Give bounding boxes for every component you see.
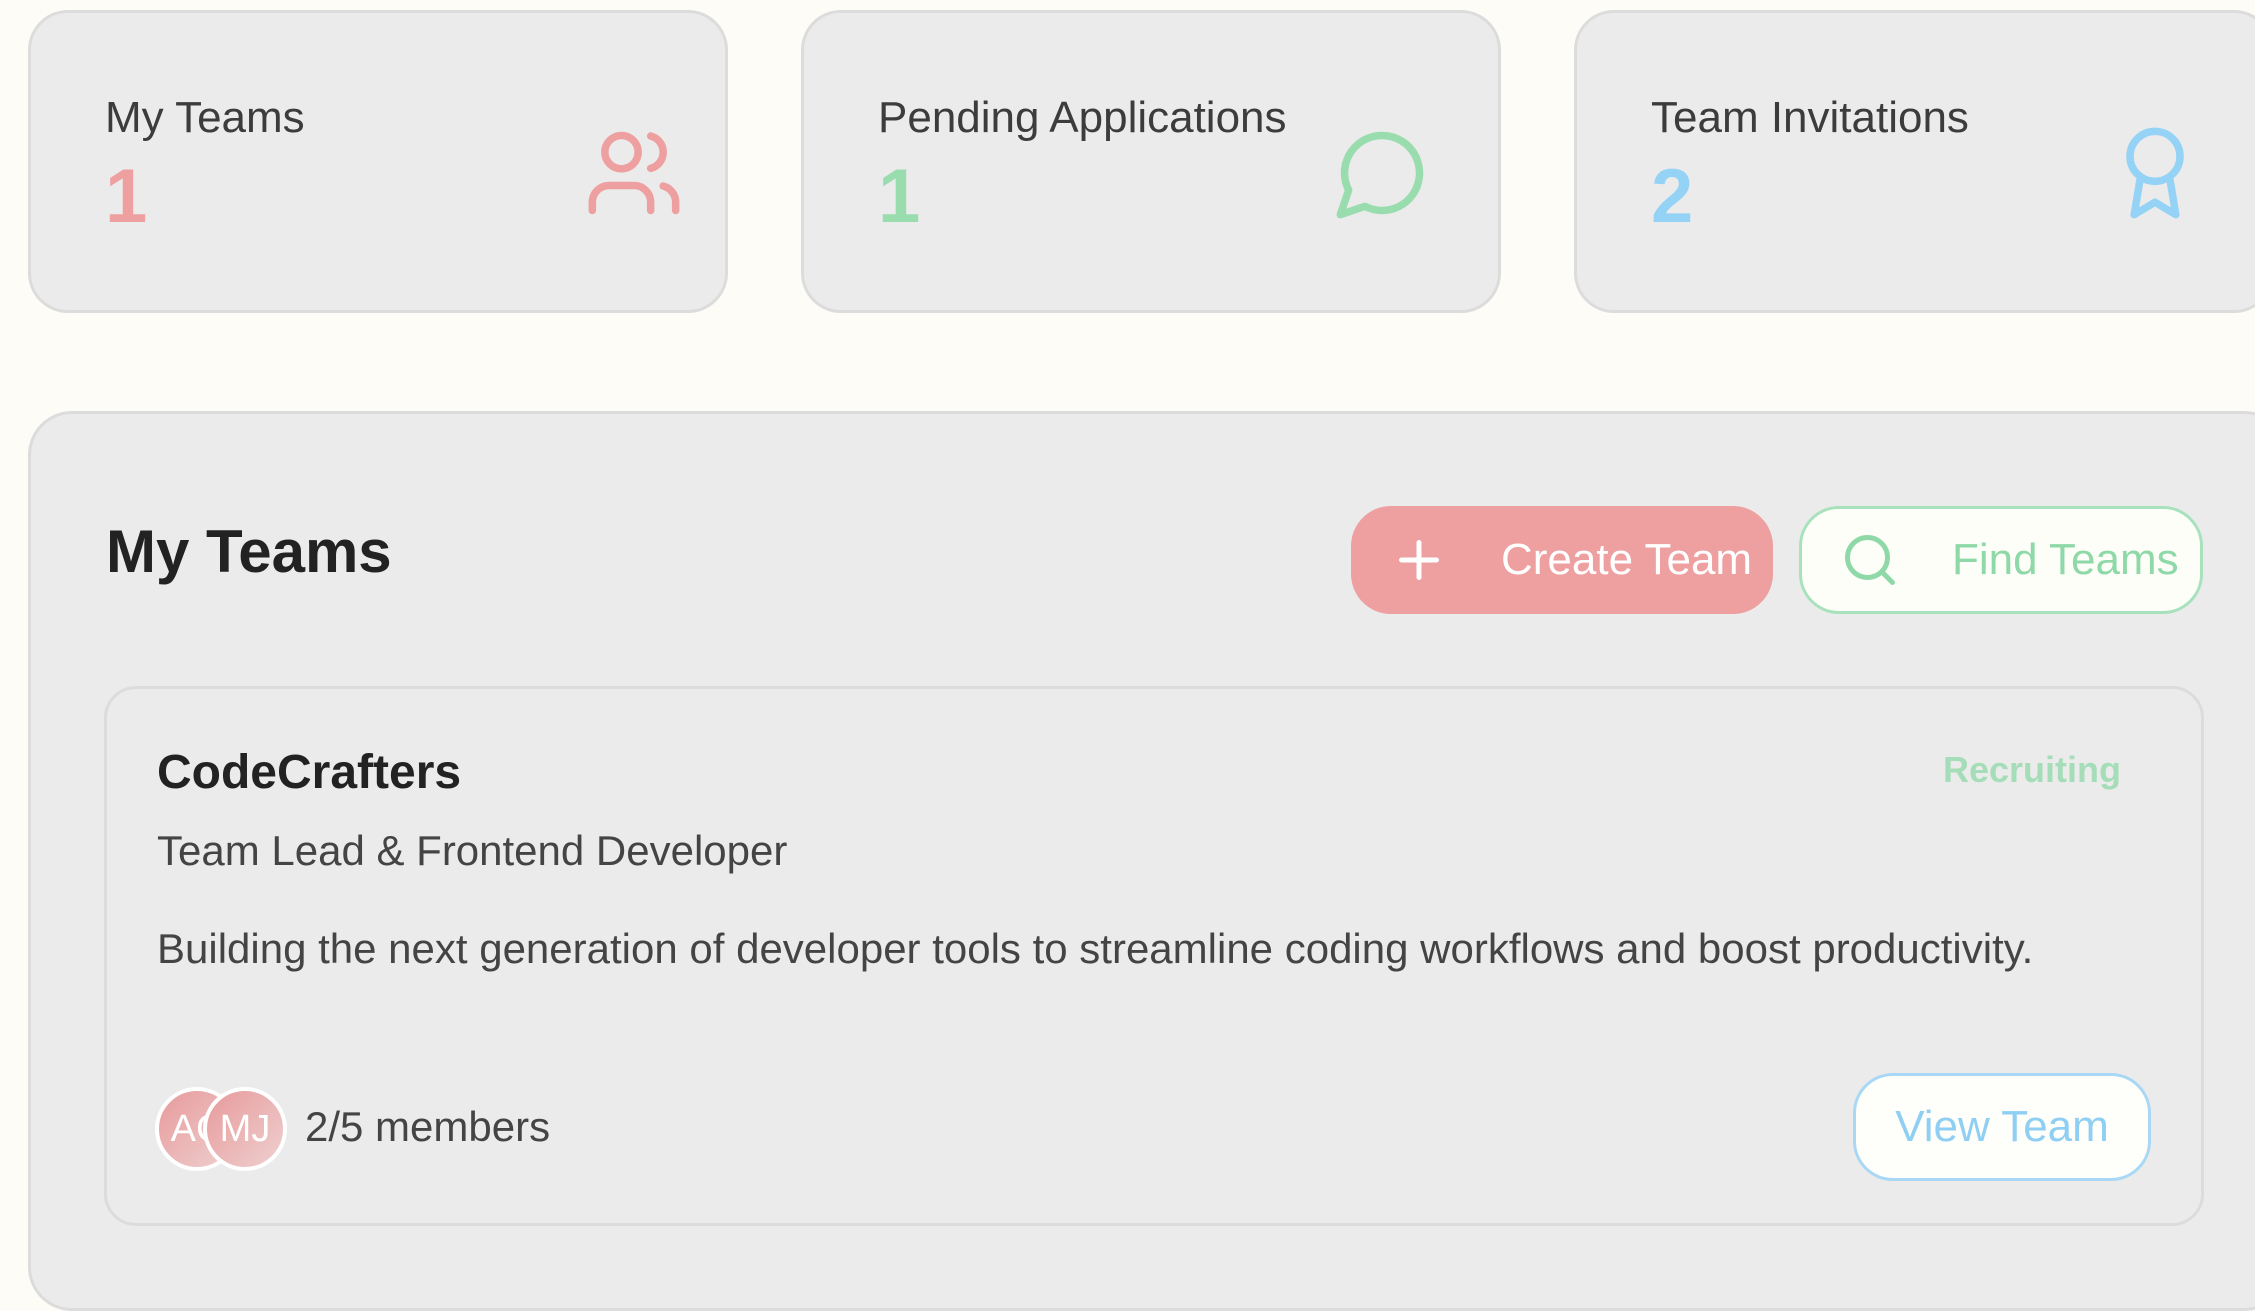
my-teams-panel: My Teams Create Team Find Teams CodeCraf… xyxy=(28,411,2255,1311)
plus-icon xyxy=(1399,540,1439,580)
search-icon xyxy=(1845,535,1895,585)
panel-title: My Teams xyxy=(106,518,392,585)
award-icon xyxy=(2126,127,2184,219)
stat-label: Team Invitations xyxy=(1651,93,1969,142)
find-teams-button[interactable]: Find Teams xyxy=(1799,506,2203,614)
view-team-button[interactable]: View Team xyxy=(1853,1073,2151,1181)
team-description: Building the next generation of develope… xyxy=(157,925,2034,972)
users-icon xyxy=(588,131,680,215)
create-team-label: Create Team xyxy=(1501,535,1753,584)
avatar: MJ xyxy=(203,1087,287,1171)
stat-card-pending-applications[interactable]: Pending Applications 1 xyxy=(801,10,1501,313)
find-teams-label: Find Teams xyxy=(1952,535,2179,584)
stat-card-team-invitations[interactable]: Team Invitations 2 xyxy=(1574,10,2255,313)
member-count: 2/5 members xyxy=(305,1103,551,1150)
team-role: Team Lead & Frontend Developer xyxy=(157,827,788,874)
stat-label: My Teams xyxy=(105,93,305,142)
stat-card-my-teams[interactable]: My Teams 1 xyxy=(28,10,728,313)
team-name: CodeCrafters xyxy=(157,746,462,799)
stat-value: 2 xyxy=(1651,154,1694,239)
stat-value: 1 xyxy=(878,154,921,239)
message-circle-icon xyxy=(1336,131,1424,219)
stat-label: Pending Applications xyxy=(878,93,1287,142)
stat-value: 1 xyxy=(105,154,148,239)
status-badge: Recruiting xyxy=(1942,749,2121,790)
member-avatars: AC MJ xyxy=(155,1087,295,1173)
create-team-button[interactable]: Create Team xyxy=(1351,506,1773,614)
team-card[interactable]: CodeCrafters Recruiting Team Lead & Fron… xyxy=(104,686,2204,1226)
